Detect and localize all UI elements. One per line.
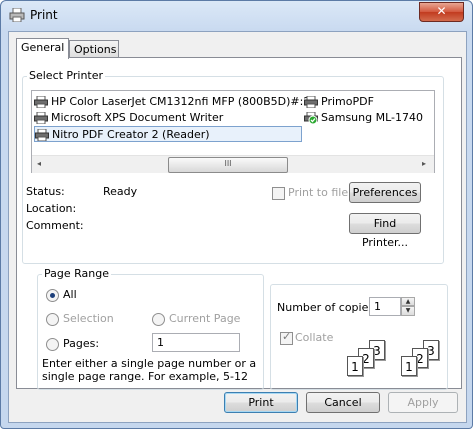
print-to-file-label: Print to file xyxy=(288,186,349,199)
printer-name: PrimoPDF xyxy=(321,95,374,108)
page-icon: 1 xyxy=(401,356,417,376)
selection-radio[interactable] xyxy=(46,313,59,326)
pages-input[interactable]: 1 xyxy=(152,333,240,352)
apply-button-label: Apply xyxy=(407,396,439,409)
printer-list-scrollbar[interactable]: ◂ III ▸ xyxy=(32,155,434,173)
printer-icon xyxy=(9,8,25,22)
close-button[interactable]: ✕ xyxy=(419,2,464,22)
general-tab-pane: Select Printer HP Color LaserJet CM1312n… xyxy=(16,57,462,390)
collate-label: Collate xyxy=(295,331,334,344)
print-dialog-window: Print ✕ General Options Select Printer H… xyxy=(0,0,473,429)
apply-button[interactable]: Apply xyxy=(388,392,458,413)
find-printer-button-label: Find Printer... xyxy=(361,217,409,249)
cancel-button[interactable]: Cancel xyxy=(306,392,380,413)
title-bar[interactable]: Print ✕ xyxy=(1,1,472,30)
all-radio[interactable] xyxy=(46,289,59,302)
dialog-body: General Options Select Printer HP Color … xyxy=(8,31,467,423)
spin-up-icon[interactable]: ▲ xyxy=(401,297,415,306)
printer-item-nitro[interactable]: Nitro PDF Creator 2 (Reader) xyxy=(34,126,302,142)
default-printer-icon xyxy=(304,112,318,124)
pages-label: Pages: xyxy=(63,337,100,350)
tab-options-label: Options xyxy=(74,43,117,56)
copies-spinner[interactable]: ▲ ▼ xyxy=(401,297,415,316)
pages-radio[interactable] xyxy=(46,338,59,351)
page-range-group: Page Range All Selection Current Page Pa… xyxy=(37,267,264,390)
page-range-hint: Enter either a single page number or a s… xyxy=(42,357,257,383)
printer-name: Nitro PDF Creator 2 (Reader) xyxy=(52,128,210,141)
copies-input[interactable]: 1 xyxy=(369,297,401,316)
status-label: Status: xyxy=(26,185,65,198)
selection-label: Selection xyxy=(63,312,114,325)
all-label: All xyxy=(63,288,77,301)
printer-name: Samsung ML-1740 xyxy=(321,111,423,124)
cancel-button-label: Cancel xyxy=(324,396,362,409)
page-range-legend: Page Range xyxy=(42,267,111,280)
print-button-label: Print xyxy=(248,396,274,409)
printer-icon xyxy=(304,96,318,108)
find-printer-button[interactable]: Find Printer... xyxy=(349,213,421,249)
spin-down-icon[interactable]: ▼ xyxy=(401,306,415,316)
printer-name: Microsoft XPS Document Writer xyxy=(51,111,224,124)
print-to-file-checkbox[interactable] xyxy=(272,187,285,200)
scroll-left-icon[interactable]: ◂ xyxy=(37,159,41,168)
printer-icon xyxy=(35,129,49,141)
preferences-button-label: Preferences xyxy=(352,186,418,199)
location-label: Location: xyxy=(26,202,77,215)
grip-icon: III xyxy=(224,159,232,168)
tab-general[interactable]: General xyxy=(16,38,69,59)
select-printer-legend: Select Printer xyxy=(27,69,106,82)
scroll-right-icon[interactable]: ▸ xyxy=(422,159,426,168)
preferences-button[interactable]: Preferences xyxy=(349,182,421,203)
collate-illustration-a: 3 2 1 xyxy=(347,340,391,380)
close-icon: ✕ xyxy=(436,4,447,18)
printer-list[interactable]: HP Color LaserJet CM1312nfi MFP (800B5D)… xyxy=(31,90,435,173)
page-icon: 1 xyxy=(347,356,363,376)
select-printer-group: Select Printer HP Color LaserJet CM1312n… xyxy=(22,69,444,264)
printer-icon xyxy=(34,112,48,124)
printer-name: HP Color LaserJet CM1312nfi MFP (800B5D)… xyxy=(51,95,311,108)
scrollbar-thumb[interactable]: III xyxy=(168,157,288,173)
current-page-label: Current Page xyxy=(169,312,241,325)
copies-group: Number of copies: 1 ▲ ▼ Collate 3 2 1 3 … xyxy=(270,284,448,390)
tab-general-label: General xyxy=(21,41,65,54)
printer-icon xyxy=(34,96,48,108)
collate-illustration-b: 3 2 1 xyxy=(401,340,445,380)
copies-label: Number of copies: xyxy=(277,301,378,314)
print-button[interactable]: Print xyxy=(224,392,298,413)
window-title: Print xyxy=(30,8,58,22)
comment-label: Comment: xyxy=(26,219,84,232)
status-value: Ready xyxy=(103,185,138,198)
collate-checkbox[interactable] xyxy=(280,330,293,345)
current-page-radio[interactable] xyxy=(152,313,165,326)
